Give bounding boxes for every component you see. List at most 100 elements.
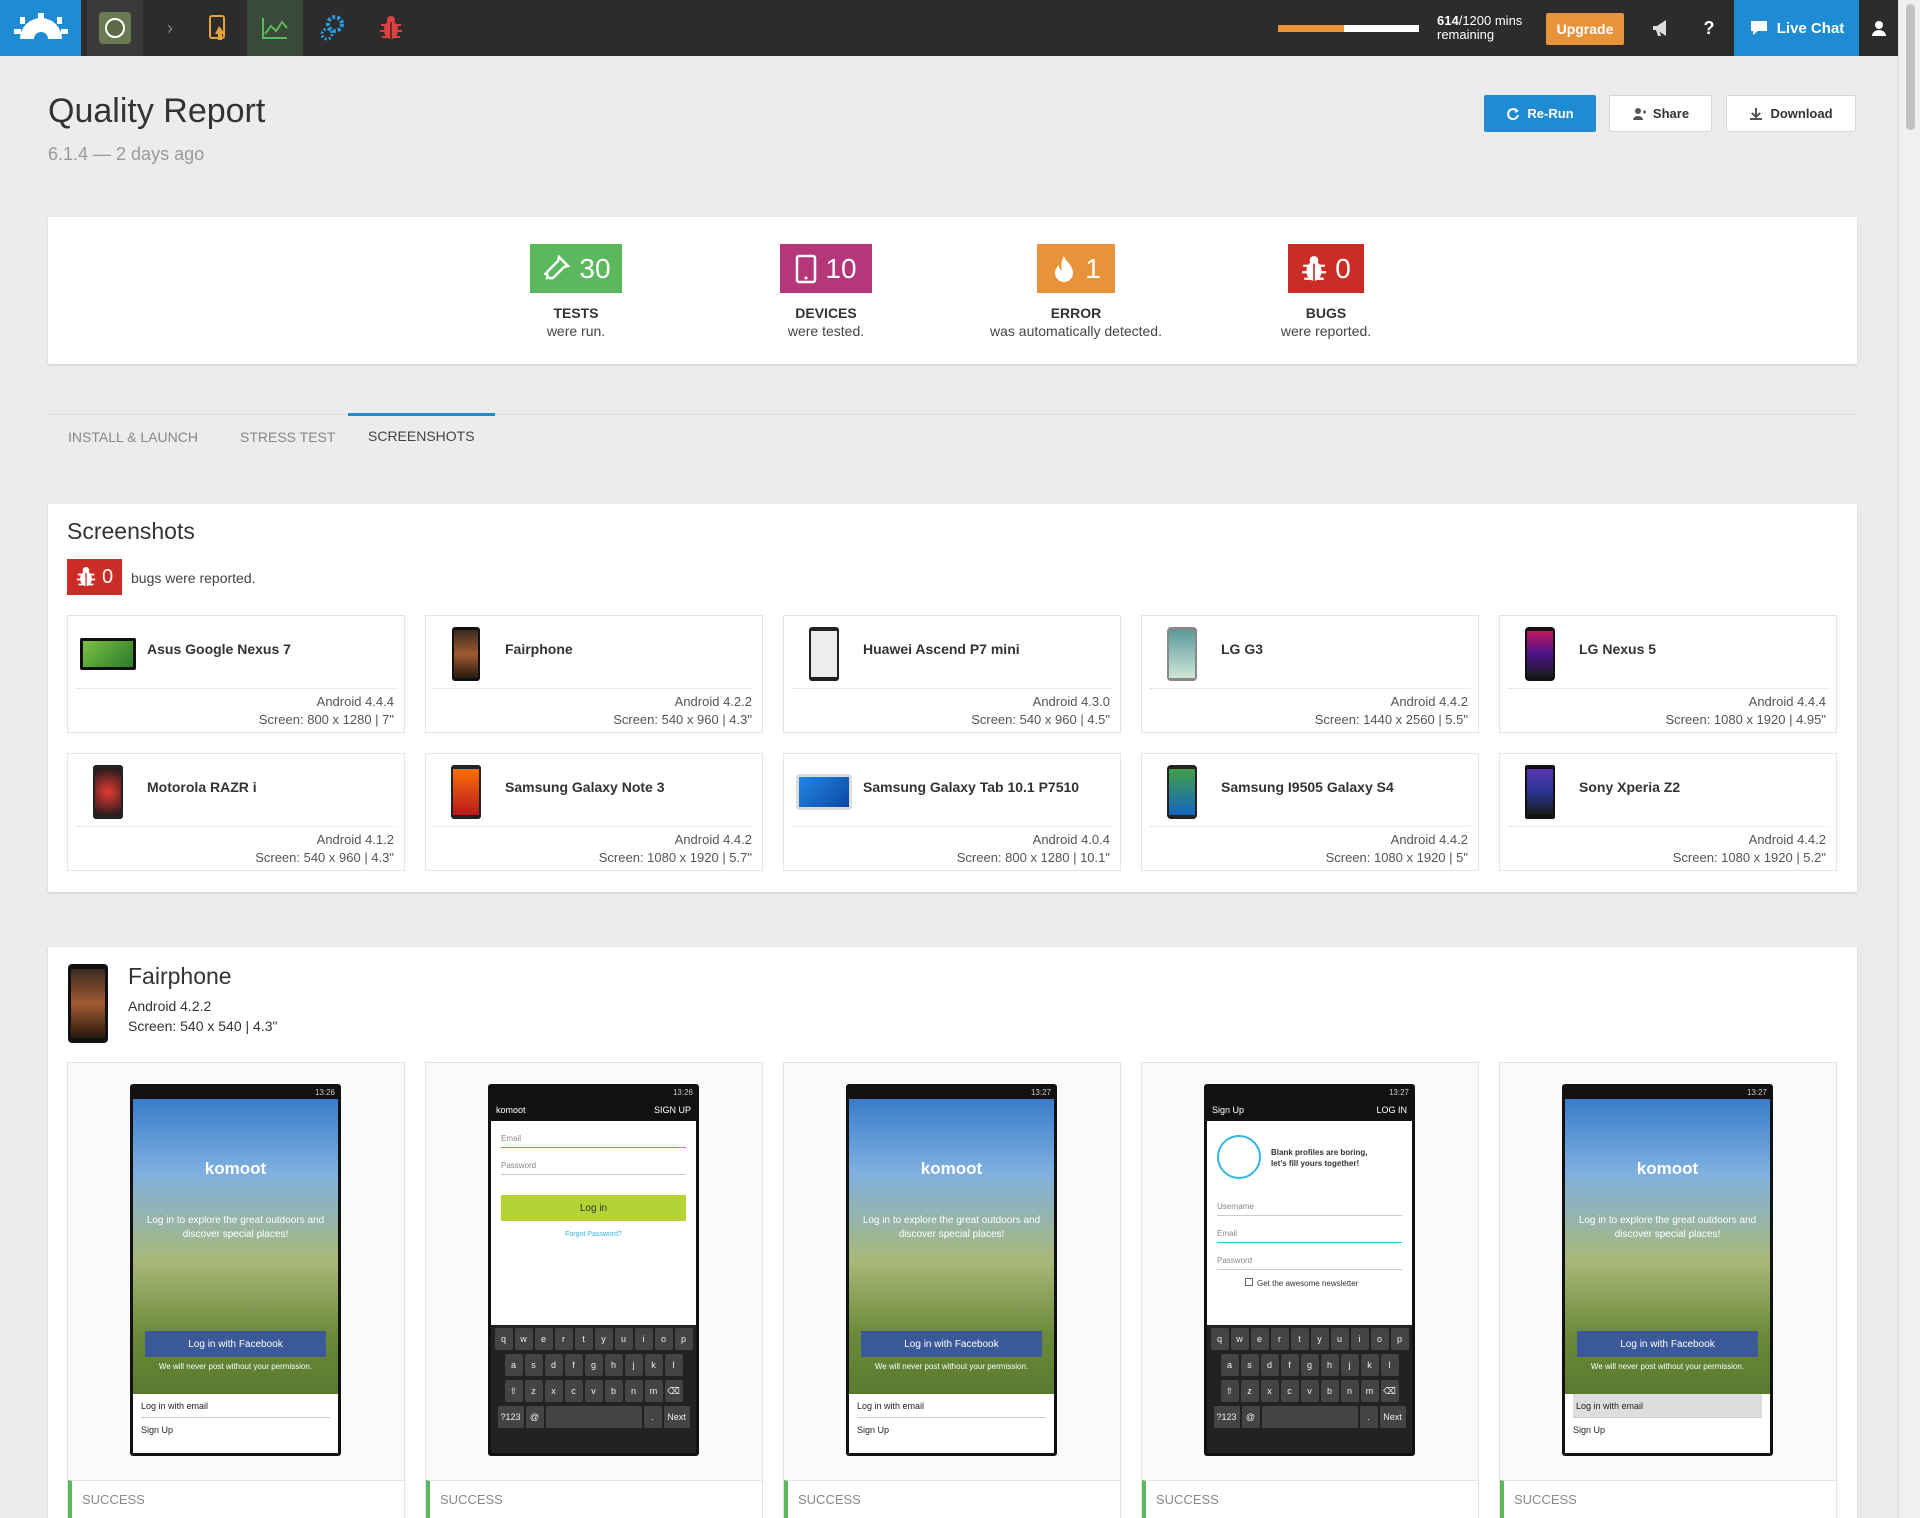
- screenshot-image[interactable]: 13:27 komoot Log in to explore the great…: [846, 1084, 1057, 1456]
- device-os: Android 4.4.2: [1390, 694, 1468, 709]
- app-header-title: komoot: [496, 1105, 526, 1115]
- device-os: Android 4.4.2: [1390, 832, 1468, 847]
- upgrade-button[interactable]: Upgrade: [1546, 13, 1624, 45]
- app-logo[interactable]: [0, 0, 81, 56]
- screenshot-image[interactable]: 13:26 komoot SIGN UP Email Password Log i…: [488, 1084, 699, 1456]
- device-divider: [1508, 688, 1828, 689]
- device-name: LG G3: [1221, 641, 1264, 657]
- device-card[interactable]: Sony Xperia Z2 Android 4.4.2 Screen: 108…: [1499, 753, 1837, 871]
- screenshot-card[interactable]: 13:27 Sign Up LOG IN Blank profiles are b…: [1141, 1062, 1479, 1518]
- top-navigation-bar: › 614/1200 mins remaining Upgrade ? Live…: [0, 0, 1898, 56]
- device-divider: [76, 688, 396, 689]
- download-button[interactable]: Download: [1726, 95, 1856, 132]
- screenshots-bugs-badge: 0: [67, 559, 122, 595]
- scrollbar-thumb[interactable]: [1906, 4, 1915, 130]
- komoot-app-icon: [99, 12, 131, 44]
- live-chat-button[interactable]: Live Chat: [1734, 0, 1859, 56]
- device-divider: [1150, 826, 1470, 827]
- newsletter-checkbox: Get the awesome newsletter: [1245, 1278, 1402, 1288]
- device-card[interactable]: LG G3 Android 4.4.2 Screen: 1440 x 2560 …: [1141, 615, 1479, 733]
- login-email-item: Log in with email: [857, 1394, 1046, 1418]
- device-name: LG Nexus 5: [1579, 641, 1657, 657]
- stat-bugs: 0 BUGS were reported.: [1176, 244, 1476, 339]
- device-divider: [434, 826, 754, 827]
- usage-remaining-label: remaining: [1437, 27, 1495, 42]
- screenshot-card[interactable]: 13:27 komoot Log in to explore the great…: [1499, 1062, 1837, 1518]
- screenshots-bugs-text: bugs were reported.: [131, 570, 256, 586]
- flask-icon: [544, 254, 571, 280]
- tab-screenshots[interactable]: SCREENSHOTS: [348, 413, 495, 456]
- device-card[interactable]: LG Nexus 5 Android 4.4.4 Screen: 1080 x …: [1499, 615, 1837, 733]
- checkbox-icon: [1245, 1278, 1253, 1286]
- device-card[interactable]: Motorola RAZR i Android 4.1.2 Screen: 54…: [67, 753, 405, 871]
- tab-install-launch[interactable]: INSTALL & LAUNCH: [68, 415, 198, 458]
- bugs-desc: were reported.: [1280, 323, 1372, 339]
- app-tagline: Log in to explore the great outdoors and…: [862, 1215, 1041, 1240]
- screenshot-image[interactable]: 13:27 komoot Log in to explore the great…: [1562, 1084, 1773, 1456]
- chat-bubble-icon: [1750, 21, 1767, 35]
- screenshot-status: SUCCESS: [68, 1480, 404, 1518]
- summary-card: 30 TESTS were run. 10 DEVICES were teste…: [48, 217, 1857, 364]
- live-chat-label: Live Chat: [1776, 19, 1845, 37]
- device-os: Android 4.1.2: [316, 832, 394, 847]
- settings-gears-icon[interactable]: [305, 0, 361, 56]
- device-card[interactable]: Samsung Galaxy Tab 10.1 P7510 Android 4.…: [783, 753, 1121, 871]
- devices-count: 10: [825, 252, 857, 284]
- statusbar-time: 13:27: [1565, 1087, 1770, 1099]
- usage-progress-bar: [1278, 25, 1419, 32]
- bug-icon: [76, 567, 96, 587]
- statusbar-time: 13:27: [1207, 1087, 1412, 1099]
- device-screen: Screen: 800 x 1280 | 10.1": [956, 850, 1110, 865]
- welcome-background: komoot Log in to explore the great outdo…: [1565, 1099, 1770, 1394]
- device-name: Huawei Ascend P7 mini: [863, 641, 1020, 657]
- app-icon[interactable]: [87, 0, 143, 56]
- screenshot-image[interactable]: 13:26 komoot Log in to explore the great…: [130, 1084, 341, 1456]
- install-launch-icon[interactable]: [191, 0, 247, 56]
- device-os: Android 4.0.4: [1032, 832, 1110, 847]
- device-card[interactable]: Fairphone Android 4.2.2 Screen: 540 x 96…: [425, 615, 763, 733]
- device-os: Android 4.4.2: [1748, 832, 1826, 847]
- device-screen: Screen: 1080 x 1920 | 5.7": [598, 850, 752, 865]
- tablet-landscape-thumbnail-icon: [76, 626, 140, 682]
- profile-blurb-line-2: let's fill yours together!: [1271, 1159, 1360, 1168]
- share-button[interactable]: Share: [1609, 95, 1712, 132]
- help-icon[interactable]: ?: [1681, 0, 1737, 56]
- login-email-item: Log in with email: [141, 1394, 330, 1418]
- device-os: Android 4.2.2: [674, 694, 752, 709]
- share-user-icon: [1632, 107, 1646, 120]
- phone-thumbnail-icon: [434, 764, 498, 820]
- page-scrollbar[interactable]: [1898, 0, 1920, 1518]
- rerun-label: Re-Run: [1527, 106, 1574, 121]
- device-divider: [1150, 688, 1470, 689]
- usage-progress-fill: [1278, 25, 1345, 32]
- sign-up-item: Sign Up: [857, 1425, 890, 1435]
- device-card[interactable]: Huawei Ascend P7 mini Android 4.3.0 Scre…: [783, 615, 1121, 733]
- stress-test-chart-icon[interactable]: [247, 0, 303, 56]
- screenshot-image[interactable]: 13:27 Sign Up LOG IN Blank profiles are b…: [1204, 1084, 1415, 1456]
- welcome-background: komoot Log in to explore the great outdo…: [133, 1099, 338, 1394]
- app-header: Sign Up LOG IN: [1207, 1099, 1412, 1121]
- screenshot-card[interactable]: 13:26 komoot SIGN UP Email Password Log i…: [425, 1062, 763, 1518]
- tab-stress-test[interactable]: STRESS TEST: [240, 415, 335, 458]
- login-email-item: Log in with email: [1573, 1394, 1762, 1418]
- usage-remaining-text: 614/1200 mins remaining: [1437, 14, 1522, 42]
- facebook-note: We will never post without your permissi…: [158, 1362, 313, 1371]
- phone-thumbnail-icon: [1508, 764, 1572, 820]
- device-card[interactable]: Samsung I9505 Galaxy S4 Android 4.4.2 Sc…: [1141, 753, 1479, 871]
- device-card[interactable]: Samsung Galaxy Note 3 Android 4.4.2 Scre…: [425, 753, 763, 871]
- rerun-button[interactable]: Re-Run: [1484, 95, 1596, 132]
- tablet-icon: [796, 254, 817, 283]
- phone-thumbnail-icon: [1150, 764, 1214, 820]
- tests-count: 30: [579, 252, 611, 284]
- device-card[interactable]: Asus Google Nexus 7 Android 4.4.4 Screen…: [67, 615, 405, 733]
- download-icon: [1750, 107, 1763, 120]
- user-account-icon[interactable]: [1859, 0, 1898, 56]
- chevron-right-icon: ›: [167, 17, 173, 38]
- app-brand-logo: komoot: [1636, 1159, 1699, 1178]
- screenshot-card[interactable]: 13:27 komoot Log in to explore the great…: [783, 1062, 1121, 1518]
- password-field: Password: [1217, 1252, 1402, 1270]
- device-screen: Screen: 1080 x 1920 | 5.2": [1672, 850, 1826, 865]
- screenshot-card[interactable]: 13:26 komoot Log in to explore the great…: [67, 1062, 405, 1518]
- bug-report-icon[interactable]: [363, 0, 419, 56]
- device-name: Motorola RAZR i: [147, 779, 257, 795]
